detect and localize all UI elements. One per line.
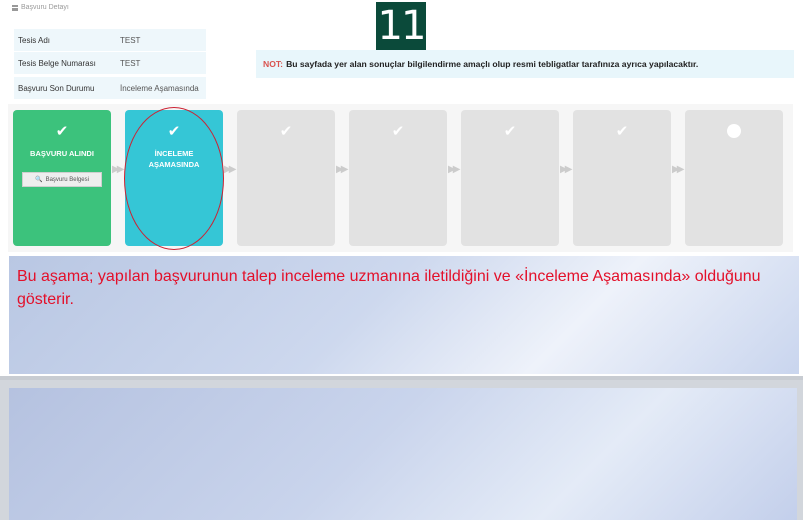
info-key: Başvuru Son Durumu xyxy=(18,83,95,93)
chevron-right-icon: ▶▶ xyxy=(112,164,125,175)
stage-pending: ✔ xyxy=(573,110,671,246)
explanation-text: Bu aşama; yapılan başvurunun talep incel… xyxy=(17,268,761,308)
stage-label: BAŞVURU ALINDI xyxy=(30,149,94,158)
stage-pending: ✔ xyxy=(349,110,447,246)
chevron-right-icon: ▶▶ xyxy=(672,164,685,175)
info-value: TEST xyxy=(120,58,141,68)
step-number-badge: 11 xyxy=(376,2,426,51)
application-document-button[interactable]: 🔍 Başvuru Belgesi xyxy=(22,172,102,187)
info-key: Tesis Adı xyxy=(18,35,51,45)
info-value: İnceleme Aşamasında xyxy=(120,83,199,93)
info-note: NOT: Bu sayfada yer alan sonuçlar bilgil… xyxy=(256,50,794,78)
chevron-right-icon: ▶▶ xyxy=(448,164,461,175)
explanation-panel: Bu aşama; yapılan başvurunun talep incel… xyxy=(9,256,799,374)
circle-icon xyxy=(727,124,741,138)
check-icon: ✔ xyxy=(279,122,293,140)
chevron-right-icon: ▶▶ xyxy=(560,164,573,175)
info-key: Tesis Belge Numarası xyxy=(18,58,96,68)
check-icon: ✔ xyxy=(55,122,69,140)
note-text: Bu sayfada yer alan sonuçlar bilgilendir… xyxy=(286,59,699,69)
stage-application-received: ✔ BAŞVURU ALINDI 🔍 Başvuru Belgesi xyxy=(13,110,111,246)
info-row-application-status: Başvuru Son Durumu İnceleme Aşamasında xyxy=(14,77,206,99)
chevron-right-icon: ▶▶ xyxy=(224,164,237,175)
check-icon: ✔ xyxy=(391,122,405,140)
check-icon: ✔ xyxy=(503,122,517,140)
note-tag: NOT: xyxy=(263,59,284,69)
stage-pending: ✔ xyxy=(237,110,335,246)
button-label: Başvuru Belgesi xyxy=(45,176,89,183)
check-icon: ✔ xyxy=(615,122,629,140)
stage-pending xyxy=(685,110,783,246)
info-value: TEST xyxy=(120,35,141,45)
panel-title: Başvuru Detayı xyxy=(21,4,69,11)
next-slide-preview xyxy=(9,388,797,520)
chevron-right-icon: ▶▶ xyxy=(336,164,349,175)
slide: Başvuru Detayı 11 Tesis Adı TEST Tesis B… xyxy=(0,0,803,380)
search-icon: 🔍 xyxy=(35,177,43,183)
panel-header: Başvuru Detayı xyxy=(12,4,69,11)
list-icon xyxy=(12,4,18,11)
info-row-facility-name: Tesis Adı TEST xyxy=(14,29,206,51)
info-row-document-number: Tesis Belge Numarası TEST xyxy=(14,52,206,74)
highlight-circle xyxy=(124,107,224,250)
stage-pending: ✔ xyxy=(461,110,559,246)
